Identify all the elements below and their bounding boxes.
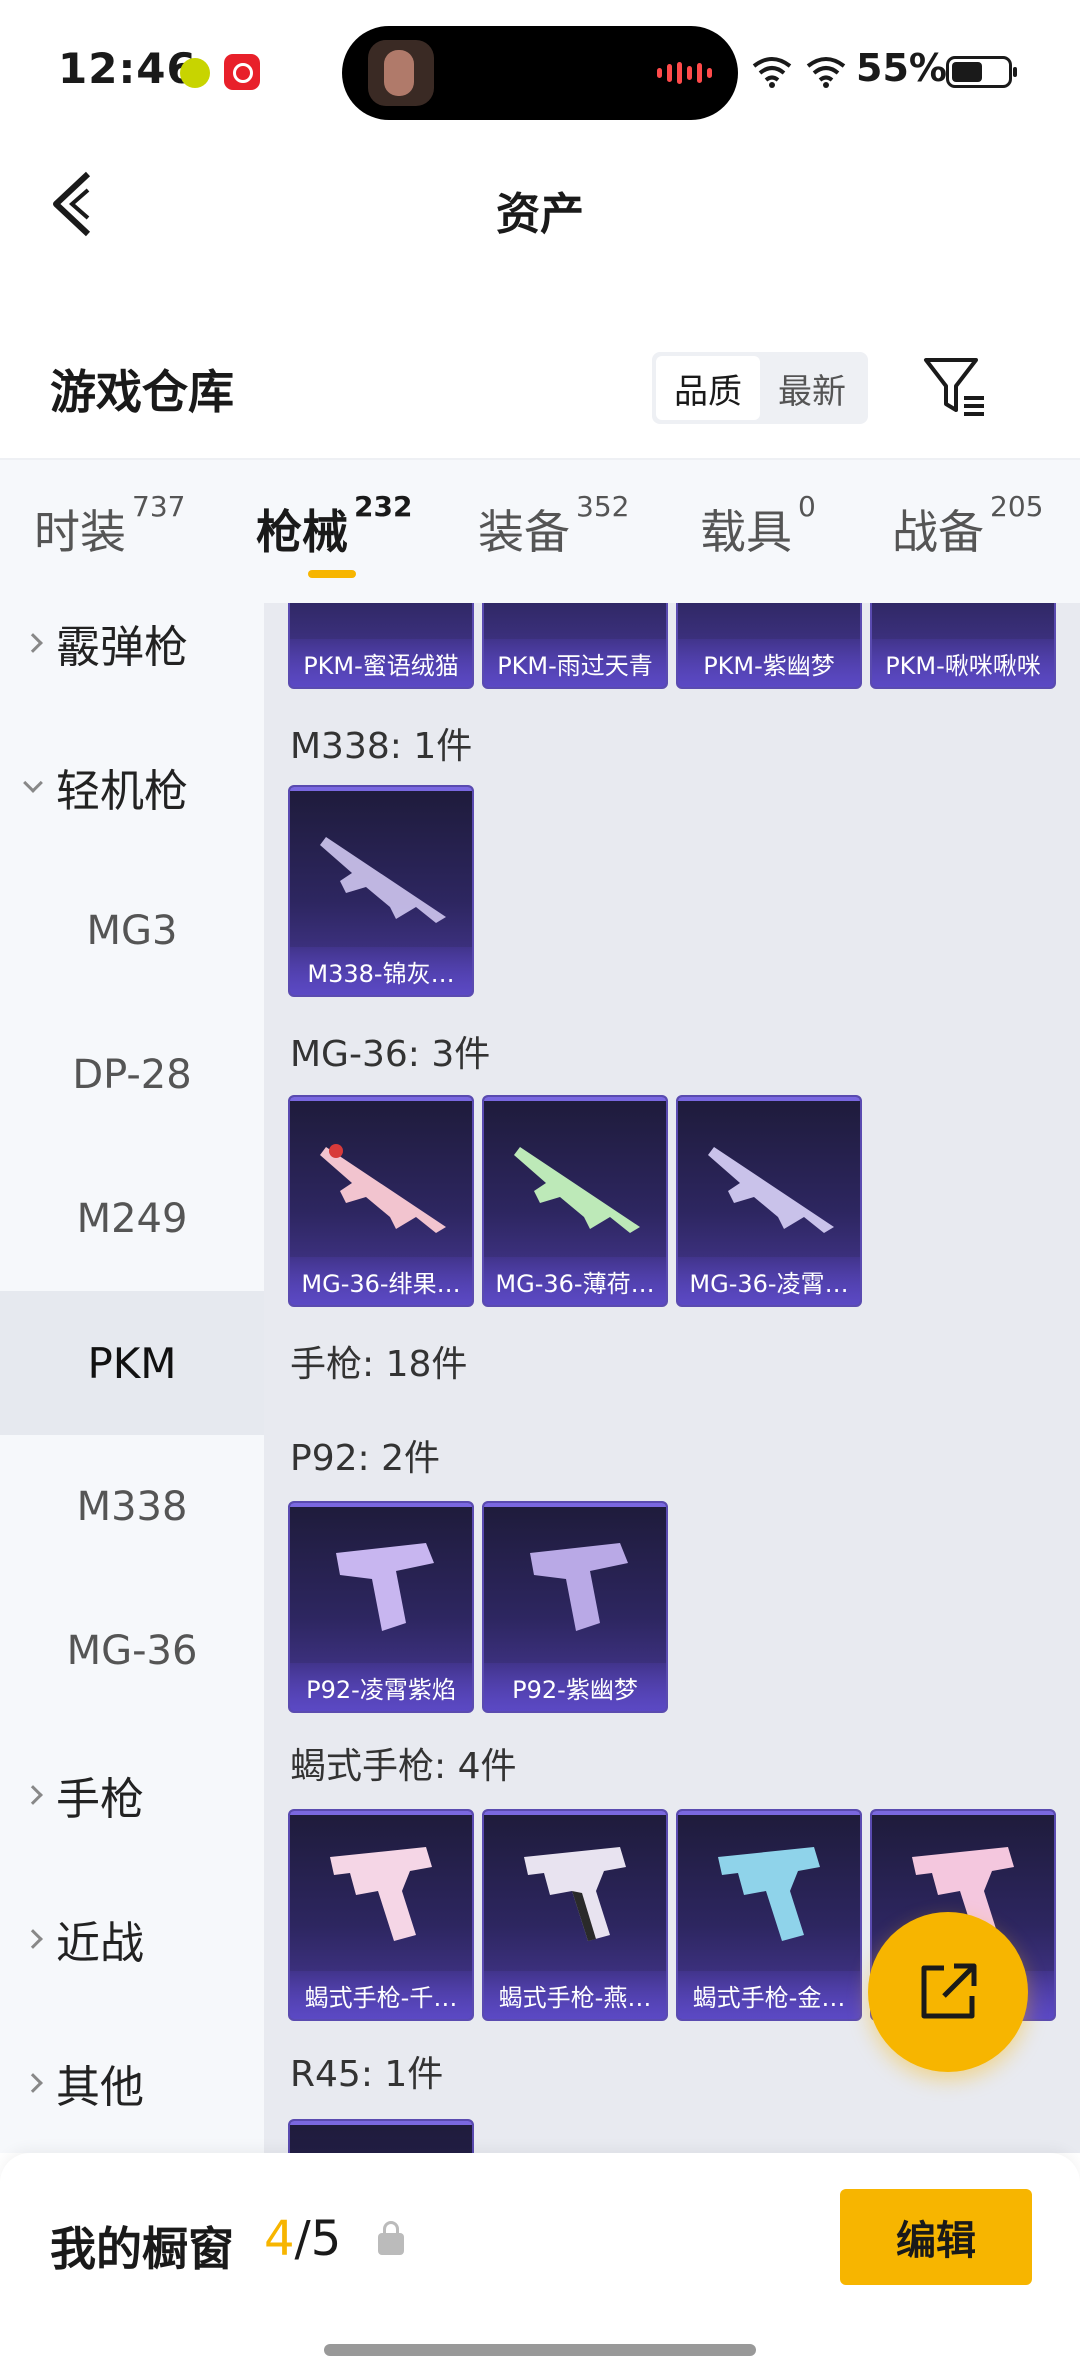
sort-newest-option[interactable]: 最新: [760, 356, 864, 420]
audio-wave-icon: [657, 62, 712, 84]
item-card[interactable]: MG-36-凌霄…: [676, 1095, 862, 1307]
item-card-label: 蝎式手枪-金…: [678, 1971, 860, 2019]
smg-icon: [330, 1847, 432, 1941]
item-card[interactable]: PKM-雨过天青: [482, 603, 668, 689]
share-fab-button[interactable]: [868, 1912, 1028, 2072]
filter-icon[interactable]: [920, 352, 990, 422]
active-tab-indicator: [308, 570, 356, 578]
category-tabs: 时装 737 枪械 232 装备 352 载具 0 战备 205: [0, 458, 1080, 603]
wifi-icon: [752, 57, 792, 88]
showcase-label: 我的橱窗: [50, 2222, 234, 2276]
page-header: 资产: [0, 140, 1080, 270]
group-label-r45: R45: 1件: [290, 2054, 444, 2095]
item-card[interactable]: M338-锦灰…: [288, 785, 474, 997]
chevron-right-icon: [23, 633, 43, 653]
pistol-icon: [336, 1543, 434, 1631]
item-card[interactable]: PKM-蜜语绒猫: [288, 603, 474, 689]
sidebar-item-pkm[interactable]: PKM: [0, 1291, 264, 1435]
tab-fashion[interactable]: 时装 737: [34, 490, 185, 562]
battery-percent: 55%: [856, 46, 947, 90]
edit-button[interactable]: 编辑: [840, 2189, 1032, 2285]
chevron-down-icon: [23, 773, 43, 793]
item-card[interactable]: P92-紫幽梦: [482, 1501, 668, 1713]
back-arrow-icon: [53, 171, 91, 237]
home-indicator[interactable]: [324, 2344, 756, 2356]
pistol-icon: [530, 1543, 628, 1631]
dynamic-island[interactable]: [342, 26, 738, 120]
tab-firearms[interactable]: 枪械 232: [256, 490, 412, 562]
chevron-right-icon: [23, 1929, 43, 1949]
group-label-pistol: 手枪: 18件: [290, 1344, 468, 1385]
tab-equipment[interactable]: 装备 352: [478, 490, 629, 562]
item-card-label: 蝎式手枪-燕…: [484, 1971, 666, 2019]
back-button[interactable]: [36, 164, 108, 244]
tab-supplies[interactable]: 战备 205: [892, 490, 1043, 562]
sidebar-item-other[interactable]: 其他: [0, 2011, 264, 2153]
wifi-signal-icon: [806, 57, 846, 88]
battery-icon: [946, 56, 1017, 88]
item-card-label: PKM-雨过天青: [484, 639, 666, 687]
sidebar-item-pistol[interactable]: 手枪: [0, 1723, 264, 1867]
item-card[interactable]: PKM-啾咪啾咪: [870, 603, 1056, 689]
tab-vehicles[interactable]: 载具 0: [700, 490, 816, 562]
item-card[interactable]: MG-36-绯果…: [288, 1095, 474, 1307]
item-card[interactable]: PKM-紫幽梦: [676, 603, 862, 689]
sidebar-item-dp28[interactable]: DP-28: [0, 1003, 264, 1147]
smg-icon: [718, 1847, 820, 1941]
group-label-m338: M338: 1件: [290, 726, 473, 767]
item-card-label: MG-36-凌霄…: [678, 1257, 860, 1305]
sort-quality-option[interactable]: 品质: [656, 356, 760, 420]
group-label-scorpion: 蝎式手枪: 4件: [290, 1746, 517, 1787]
item-card-label: PKM-紫幽梦: [678, 639, 860, 687]
chevron-right-icon: [23, 2073, 43, 2093]
item-card[interactable]: P92-凌霄紫焰: [288, 1501, 474, 1713]
sidebar-item-shotgun[interactable]: 霰弹枪: [0, 603, 264, 715]
rifle-icon: [320, 837, 446, 923]
warehouse-title: 游戏仓库: [50, 365, 234, 419]
status-time: 12:46: [58, 44, 197, 93]
group-label-p92: P92: 2件: [290, 1438, 440, 1479]
item-card[interactable]: 蝎式手枪-千…: [288, 1809, 474, 2021]
rifle-icon: [708, 1147, 834, 1233]
item-card[interactable]: [288, 2119, 474, 2153]
page-title: 资产: [496, 189, 584, 240]
item-card-label: M338-锦灰…: [290, 947, 472, 995]
lock-icon: [378, 2221, 404, 2255]
item-card[interactable]: 蝎式手枪-燕…: [482, 1809, 668, 2021]
sidebar-item-m338[interactable]: M338: [0, 1435, 264, 1579]
item-card-label: P92-凌霄紫焰: [290, 1663, 472, 1711]
album-art-icon: [368, 40, 434, 106]
music-app-icon: [224, 54, 260, 90]
sidebar-item-mg36[interactable]: MG-36: [0, 1579, 264, 1723]
warehouse-row: 游戏仓库 品质 最新: [0, 330, 1080, 450]
share-export-icon: [921, 1963, 977, 2019]
item-card-label: PKM-啾咪啾咪: [872, 639, 1054, 687]
item-card-label: 蝎式手枪-千…: [290, 1971, 472, 2019]
item-card-label: MG-36-绯果…: [290, 1257, 472, 1305]
status-bar: 12:46 55%: [0, 0, 1080, 140]
sort-toggle: 品质 最新: [652, 352, 868, 424]
sidebar-item-m249[interactable]: M249: [0, 1147, 264, 1291]
rifle-icon: [320, 1144, 446, 1233]
item-card-label: P92-紫幽梦: [484, 1663, 666, 1711]
item-card-label: MG-36-薄荷…: [484, 1257, 666, 1305]
chevron-right-icon: [23, 1785, 43, 1805]
showcase-count: 4/5: [264, 2211, 342, 2267]
item-card-label: PKM-蜜语绒猫: [290, 639, 472, 687]
rifle-icon: [514, 1147, 640, 1233]
sidebar-item-mg3[interactable]: MG3: [0, 859, 264, 1003]
item-card[interactable]: MG-36-薄荷…: [482, 1095, 668, 1307]
group-label-mg36: MG-36: 3件: [290, 1034, 491, 1075]
sidebar-item-lmg[interactable]: 轻机枪: [0, 715, 264, 859]
app-notification-icon: [180, 58, 210, 88]
item-card[interactable]: 蝎式手枪-金…: [676, 1809, 862, 2021]
weapon-type-sidebar: 霰弹枪 轻机枪 MG3 DP-28 M249 PKM M338 MG-36 手枪…: [0, 603, 264, 2153]
showcase-bar: 我的橱窗 4/5 编辑: [0, 2153, 1080, 2376]
smg-icon: [524, 1847, 626, 1941]
sidebar-item-melee[interactable]: 近战: [0, 1867, 264, 2011]
